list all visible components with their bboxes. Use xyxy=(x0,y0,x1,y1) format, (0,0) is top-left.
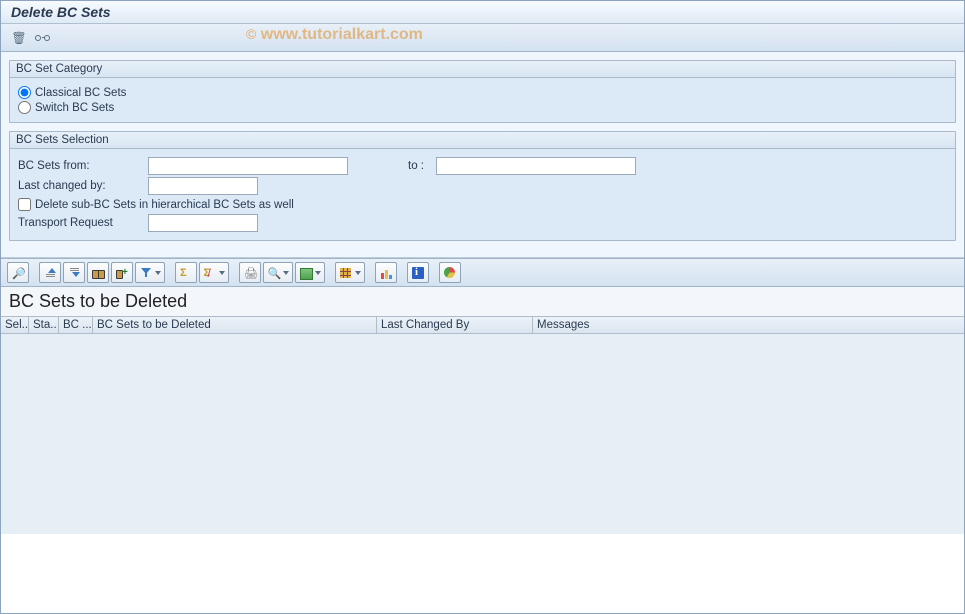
subtotal-button[interactable] xyxy=(199,262,229,283)
spreadsheet-icon xyxy=(300,267,312,279)
detail-icon xyxy=(12,267,24,279)
app-toolbar: © © www.tutorialkart.comwww.tutorialkart… xyxy=(1,24,964,52)
watermark: © © www.tutorialkart.comwww.tutorialkart… xyxy=(246,26,423,44)
info-icon xyxy=(412,267,424,279)
col-desc[interactable]: BC Sets to be Deleted xyxy=(93,317,377,333)
display-button[interactable] xyxy=(33,28,53,48)
delete-button[interactable] xyxy=(9,28,29,48)
layout-button[interactable] xyxy=(335,262,365,283)
radio-classical[interactable] xyxy=(18,86,31,99)
sigma-slash-icon xyxy=(204,267,216,279)
chart-icon xyxy=(380,267,392,279)
last-changed-by-input[interactable] xyxy=(148,177,258,195)
alv-toolbar xyxy=(1,258,964,287)
funnel-icon xyxy=(140,267,152,279)
graphic-button[interactable] xyxy=(375,262,397,283)
grid-header: Sel.. Sta.. BC ... BC Sets to be Deleted… xyxy=(1,316,964,334)
bc-sets-to-input[interactable] xyxy=(436,157,636,175)
delete-sub-checkbox[interactable] xyxy=(18,198,31,211)
group-bc-category-title: BC Set Category xyxy=(10,61,955,78)
export-button[interactable] xyxy=(295,262,325,283)
grid-title: BC Sets to be Deleted xyxy=(1,287,964,316)
col-changed[interactable]: Last Changed By xyxy=(377,317,533,333)
legend-button[interactable] xyxy=(439,262,461,283)
sort-desc-icon xyxy=(68,267,80,279)
sort-asc-button[interactable] xyxy=(39,262,61,283)
find-button[interactable] xyxy=(87,262,109,283)
print-icon xyxy=(244,267,256,279)
group-bc-selection-title: BC Sets Selection xyxy=(10,132,955,149)
sort-asc-icon xyxy=(44,267,56,279)
find-next-button[interactable] xyxy=(111,262,133,283)
from-label: BC Sets from: xyxy=(18,160,148,172)
title-text: Delete BC Sets xyxy=(11,4,111,20)
glasses-icon xyxy=(34,32,52,44)
last-changed-label: Last changed by: xyxy=(18,180,148,192)
details-button[interactable] xyxy=(7,262,29,283)
total-button[interactable] xyxy=(175,262,197,283)
binoculars-plus-icon xyxy=(116,267,128,279)
sort-desc-button[interactable] xyxy=(63,262,85,283)
trash-icon xyxy=(11,31,26,45)
transport-label: Transport Request xyxy=(18,217,148,229)
status-circle-icon xyxy=(444,267,456,279)
group-bc-selection: BC Sets Selection BC Sets from: to : Las… xyxy=(9,131,956,241)
filter-button[interactable] xyxy=(135,262,165,283)
binoculars-icon xyxy=(92,267,104,279)
bc-sets-from-input[interactable] xyxy=(148,157,348,175)
info-button[interactable] xyxy=(407,262,429,283)
transport-request-input[interactable] xyxy=(148,214,258,232)
radio-classical-label[interactable]: Classical BC Sets xyxy=(35,87,126,99)
col-status[interactable]: Sta.. xyxy=(29,317,59,333)
window-title: Delete BC Sets xyxy=(1,1,964,24)
radio-switch[interactable] xyxy=(18,101,31,114)
col-sel[interactable]: Sel.. xyxy=(1,317,29,333)
to-label: to : xyxy=(408,160,424,172)
radio-switch-label[interactable]: Switch BC Sets xyxy=(35,102,114,114)
group-bc-category: BC Set Category Classical BC Sets Switch… xyxy=(9,60,956,123)
view-button[interactable] xyxy=(263,262,293,283)
sigma-icon xyxy=(180,267,192,279)
grid-body[interactable] xyxy=(1,334,964,534)
col-messages[interactable]: Messages xyxy=(533,317,683,333)
magnifier-icon xyxy=(268,267,280,279)
selection-screen: BC Set Category Classical BC Sets Switch… xyxy=(1,52,964,258)
print-button[interactable] xyxy=(239,262,261,283)
col-bc[interactable]: BC ... xyxy=(59,317,93,333)
delete-sub-label[interactable]: Delete sub-BC Sets in hierarchical BC Se… xyxy=(35,199,294,211)
grid-icon xyxy=(340,267,352,279)
